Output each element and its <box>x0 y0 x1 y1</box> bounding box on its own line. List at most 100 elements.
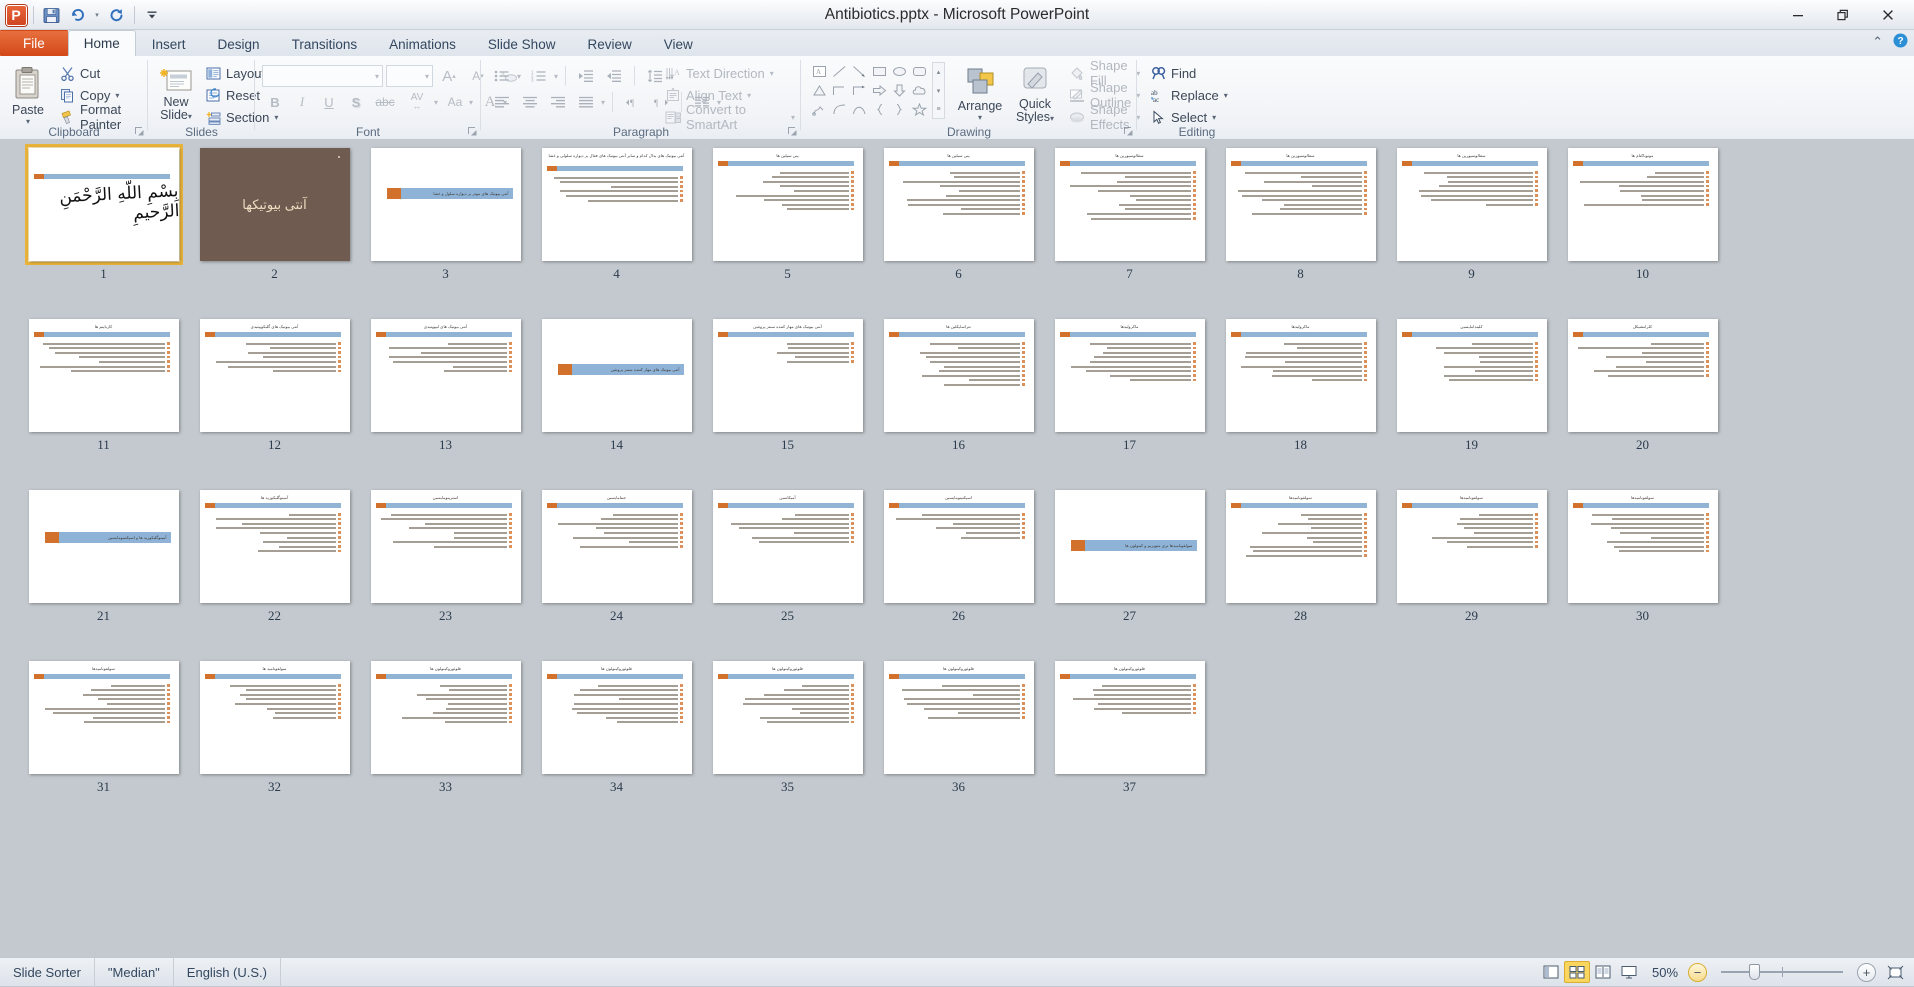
slide-thumbnail-cell[interactable]: آنتی بیوتیک های گلیکوپپتیدی12 <box>189 315 360 486</box>
slide-thumbnail-cell[interactable]: آنتی بیوتیک های یدال کدام و سایر آنتی بی… <box>531 144 702 315</box>
shape-cloud-icon[interactable] <box>909 81 929 100</box>
slide-thumbnail-cell[interactable]: کلیندامایسین19 <box>1386 315 1557 486</box>
font-size-input[interactable]: ▾ <box>386 65 433 87</box>
slide-thumbnail[interactable]: آنتی بیوتیک های لیپوپتیدی <box>367 315 525 436</box>
new-slide-button[interactable]: New Slide▾ <box>153 62 199 124</box>
slide-thumbnail-cell[interactable]: تتراسایکلین ها16 <box>873 315 1044 486</box>
underline-button[interactable]: U <box>316 90 342 114</box>
character-spacing-button[interactable]: AV↔ <box>401 90 433 114</box>
slide-22[interactable]: آمینوگلیکوزید ها <box>200 490 350 603</box>
slide-thumbnail-cell[interactable]: بِسْمِ اللّهِ الرَّحْمَنِ الرَّحیمِ1 <box>18 144 189 315</box>
paragraph-dialog-launcher[interactable] <box>787 126 798 137</box>
slide-19[interactable]: کلیندامایسین <box>1397 319 1547 432</box>
slide-9[interactable]: سفالوسپورین ها <box>1397 148 1547 261</box>
slide-thumbnail-cell[interactable]: آنتی بیوتیکها2 <box>189 144 360 315</box>
slide-36[interactable]: فلوئوروکینولون ها <box>884 661 1034 774</box>
font-dialog-launcher[interactable] <box>467 126 478 137</box>
slide-thumbnail-cell[interactable]: فلوئوروکینولون ها37 <box>1044 657 1215 828</box>
shapes-scroll-up-button[interactable]: ▴ <box>933 63 944 81</box>
slide-25[interactable]: آمیکاسین <box>713 490 863 603</box>
slide-thumbnail-cell[interactable]: سفالوسپورین ها7 <box>1044 144 1215 315</box>
slide-14[interactable]: آنتی بیوتیک های مهار کننده سنتز پروتئین <box>542 319 692 432</box>
slide-1[interactable]: بِسْمِ اللّهِ الرَّحْمَنِ الرَّحیمِ <box>29 148 179 261</box>
slide-thumbnail[interactable]: سفالوسپورین ها <box>1051 144 1209 265</box>
quick-styles-button[interactable]: Quick Styles▾ <box>1009 62 1061 126</box>
zoom-slider[interactable] <box>1707 962 1857 982</box>
status-language[interactable]: English (U.S.) <box>174 958 281 987</box>
slide-thumbnail-cell[interactable]: سفالوسپورین ها8 <box>1215 144 1386 315</box>
slide-thumbnail[interactable]: سفالوسپورین ها <box>1222 144 1380 265</box>
bullets-icon[interactable] <box>489 64 515 88</box>
slide-thumbnail-cell[interactable]: آمینوگلیکوزید ها22 <box>189 486 360 657</box>
slide-thumbnail-cell[interactable]: فلوئوروکینولون ها33 <box>360 657 531 828</box>
slide-thumbnail[interactable]: آنتی بیوتیک های مهار کننده سنتز پروتئین <box>538 315 696 436</box>
shape-block-arrow-down-icon[interactable] <box>889 81 909 100</box>
slide-thumbnail[interactable]: فلوئوروکینولون ها <box>880 657 1038 778</box>
slide-11[interactable]: کارباپنم ها <box>29 319 179 432</box>
shape-freeform-icon[interactable] <box>809 100 829 119</box>
slide-thumbnail[interactable]: آنتی بیوتیک های مهار کننده سنتز پروتئین <box>709 315 867 436</box>
close-button[interactable] <box>1865 2 1910 28</box>
slide-thumbnail[interactable]: آنتی بیوتیکها <box>196 144 354 265</box>
slide-thumbnail-cell[interactable]: آنتی بیوتیک های لیپوپتیدی13 <box>360 315 531 486</box>
slide-thumbnail-cell[interactable]: آنتی بیوتیک های مهار کننده سنتز پروتئین1… <box>531 315 702 486</box>
increase-indent-icon[interactable] <box>601 64 627 88</box>
shapes-scroll-down-button[interactable]: ▾ <box>933 82 944 100</box>
shape-arrow-icon[interactable] <box>849 62 869 81</box>
slide-2[interactable]: آنتی بیوتیکها <box>200 148 350 261</box>
shapes-scrollbar[interactable]: ▴ ▾ ≡ <box>932 62 945 119</box>
slide-7[interactable]: سفالوسپورین ها <box>1055 148 1205 261</box>
font-name-input[interactable]: ▾ <box>262 65 383 87</box>
shape-rectangle-icon[interactable] <box>869 62 889 81</box>
slide-thumbnail-cell[interactable]: پنی سیلین ها6 <box>873 144 1044 315</box>
slide-thumbnail-cell[interactable]: پنی سیلین ها5 <box>702 144 873 315</box>
slide-thumbnail[interactable]: ماکرولیدها <box>1222 315 1380 436</box>
slide-thumbnail-cell[interactable]: فلوئوروکینولون ها34 <box>531 657 702 828</box>
zoom-slider-handle[interactable] <box>1749 964 1760 980</box>
slide-thumbnail[interactable]: استرپتومایسین <box>367 486 525 607</box>
slide-thumbnail-cell[interactable]: سولفونامیدها تری متوپریم و کینولون ها27 <box>1044 486 1215 657</box>
slide-thumbnail[interactable]: سولفونامیدها <box>1222 486 1380 607</box>
slide-thumbnail[interactable]: سولفونامید ها <box>196 657 354 778</box>
slide-thumbnail[interactable]: کلیندامایسین <box>1393 315 1551 436</box>
zoom-in-button[interactable]: + <box>1857 963 1876 982</box>
slide-26[interactable]: اسپکتینومایسین <box>884 490 1034 603</box>
decrease-indent-icon[interactable] <box>573 64 599 88</box>
slide-thumbnail[interactable]: کارباپنم ها <box>25 315 183 436</box>
slide-thumbnail-cell[interactable]: فلوئوروکینولون ها35 <box>702 657 873 828</box>
slide-thumbnail-cell[interactable]: اسپکتینومایسین26 <box>873 486 1044 657</box>
drawing-dialog-launcher[interactable] <box>1123 126 1134 137</box>
shape-oval-icon[interactable] <box>889 62 909 81</box>
slide-8[interactable]: سفالوسپورین ها <box>1226 148 1376 261</box>
fit-slide-to-window-icon[interactable] <box>1882 961 1908 983</box>
slide-16[interactable]: تتراسایکلین ها <box>884 319 1034 432</box>
slide-thumbnail[interactable]: اسپکتینومایسین <box>880 486 1038 607</box>
align-center-icon[interactable] <box>517 90 543 114</box>
shapes-more-button[interactable]: ≡ <box>933 100 944 118</box>
slide-23[interactable]: استرپتومایسین <box>371 490 521 603</box>
shape-rounded-rectangle-icon[interactable] <box>909 62 929 81</box>
shape-right-brace-icon[interactable] <box>889 100 909 119</box>
slide-thumbnail-cell[interactable]: کارباپنم ها11 <box>18 315 189 486</box>
tab-view[interactable]: View <box>648 32 709 56</box>
slide-thumbnail[interactable]: سولفونامیدها تری متوپریم و کینولون ها <box>1051 486 1209 607</box>
slide-37[interactable]: فلوئوروکینولون ها <box>1055 661 1205 774</box>
shape-elbow-connector-icon[interactable] <box>829 81 849 100</box>
slide-thumbnail-cell[interactable]: سولفونامیدها29 <box>1386 486 1557 657</box>
slide-30[interactable]: سولفونامیدها <box>1568 490 1718 603</box>
text-direction-button[interactable]: A Text Direction ▾ <box>659 62 801 84</box>
slide-thumbnail[interactable]: آمینوگلیکوزید ها و اسپکتینومایسین <box>25 486 183 607</box>
slide-10[interactable]: مونوباکتام ها <box>1568 148 1718 261</box>
slide-28[interactable]: سولفونامیدها <box>1226 490 1376 603</box>
slide-thumbnail-cell[interactable]: کلرامفنیکل20 <box>1557 315 1728 486</box>
help-icon[interactable]: ? <box>1893 33 1908 51</box>
arrange-button[interactable]: Arrange ▾ <box>953 62 1007 123</box>
slide-thumbnail-cell[interactable]: آنتی بیوتیک های مهار کننده سنتز پروتئین1… <box>702 315 873 486</box>
slide-thumbnail-cell[interactable]: ماکرولیدها18 <box>1215 315 1386 486</box>
strikethrough-button[interactable]: abc <box>370 90 400 114</box>
normal-view-button[interactable] <box>1538 961 1564 983</box>
slide-thumbnail[interactable]: سفالوسپورین ها <box>1393 144 1551 265</box>
shape-triangle-icon[interactable] <box>809 81 829 100</box>
bold-button[interactable]: B <box>262 90 288 114</box>
slide-thumbnail-cell[interactable]: سولفونامیدها30 <box>1557 486 1728 657</box>
